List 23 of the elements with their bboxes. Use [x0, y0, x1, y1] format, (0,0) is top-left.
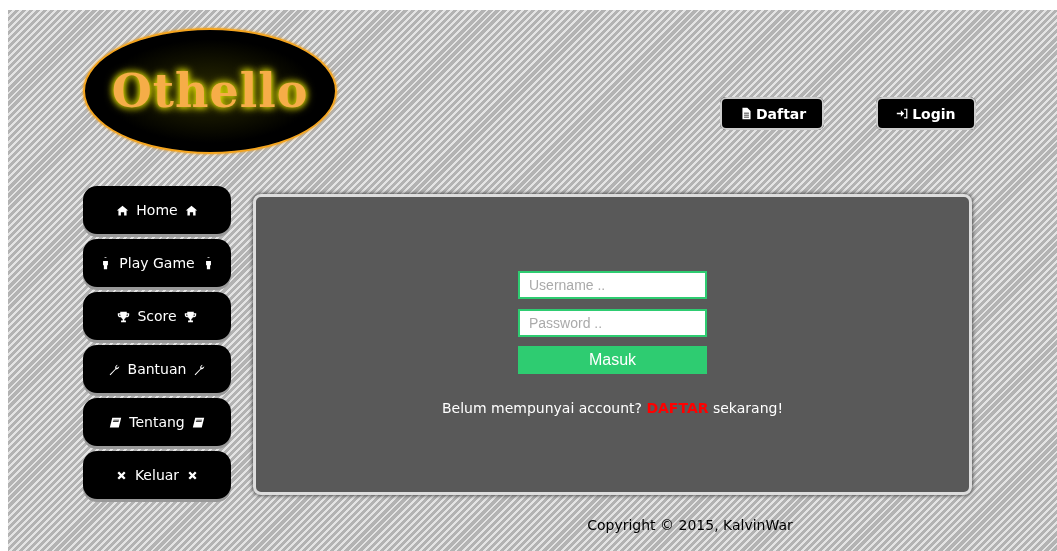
nav-button[interactable]: Play Game: [83, 239, 231, 287]
register-prompt: Belum mempunyai account? DAFTAR sekarang!: [441, 400, 784, 416]
nav-button[interactable]: Score: [83, 292, 231, 340]
nav-button[interactable]: Home: [83, 186, 231, 234]
nav-button[interactable]: Bantuan: [83, 345, 231, 393]
header-button[interactable]: Login: [876, 97, 976, 130]
username-field[interactable]: Username ..: [518, 271, 707, 299]
home-icon: [116, 203, 130, 217]
book-icon: [109, 415, 123, 429]
home-icon: [184, 203, 198, 217]
document-icon: [740, 107, 753, 120]
nav-button[interactable]: Tentang: [83, 398, 231, 446]
book-icon: [191, 415, 205, 429]
nav-button[interactable]: Keluar: [83, 451, 231, 499]
wrench-icon: [193, 362, 207, 376]
wrench-icon: [107, 362, 121, 376]
header-button[interactable]: Daftar: [720, 97, 825, 130]
trophy-icon: [183, 309, 197, 323]
password-field[interactable]: Password ..: [518, 309, 707, 337]
copyright-text: Copyright © 2015, KalvinWar: [587, 517, 793, 533]
sign-in-icon: [896, 107, 910, 120]
logo-text: Othello: [111, 64, 309, 118]
trophy-icon: [117, 309, 131, 323]
